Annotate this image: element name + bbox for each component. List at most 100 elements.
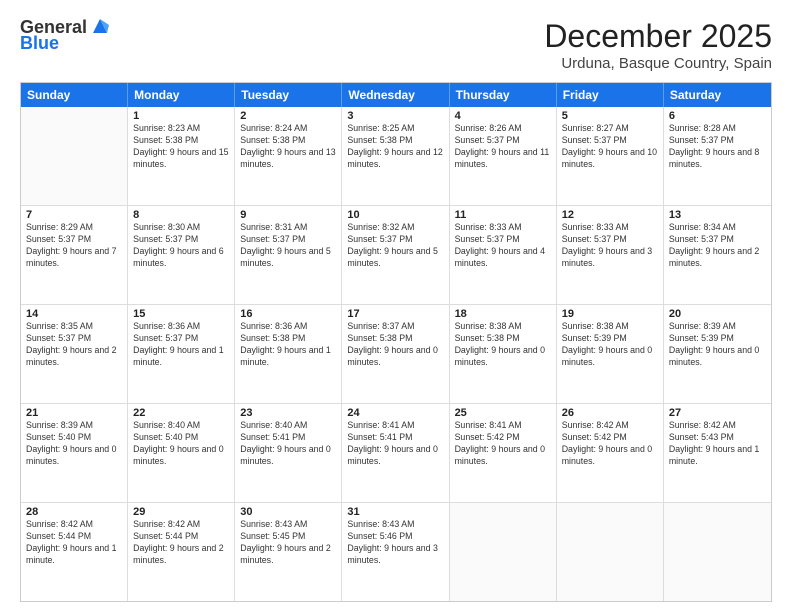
day-number: 27 (669, 407, 766, 419)
calendar-title: December 2025 (544, 18, 772, 55)
calendar-cell: 12Sunrise: 8:33 AM Sunset: 5:37 PM Dayli… (557, 206, 664, 304)
cell-info: Sunrise: 8:36 AM Sunset: 5:37 PM Dayligh… (133, 321, 229, 369)
day-number: 19 (562, 308, 658, 320)
calendar-cell: 13Sunrise: 8:34 AM Sunset: 5:37 PM Dayli… (664, 206, 771, 304)
day-number: 5 (562, 110, 658, 122)
day-number: 4 (455, 110, 551, 122)
calendar-cell: 2Sunrise: 8:24 AM Sunset: 5:38 PM Daylig… (235, 107, 342, 205)
cell-info: Sunrise: 8:29 AM Sunset: 5:37 PM Dayligh… (26, 222, 122, 270)
calendar-cell: 7Sunrise: 8:29 AM Sunset: 5:37 PM Daylig… (21, 206, 128, 304)
day-number: 30 (240, 506, 336, 518)
calendar-cell: 10Sunrise: 8:32 AM Sunset: 5:37 PM Dayli… (342, 206, 449, 304)
day-number: 25 (455, 407, 551, 419)
cell-info: Sunrise: 8:33 AM Sunset: 5:37 PM Dayligh… (562, 222, 658, 270)
cell-info: Sunrise: 8:43 AM Sunset: 5:46 PM Dayligh… (347, 519, 443, 567)
day-number: 24 (347, 407, 443, 419)
calendar-row-1: 1Sunrise: 8:23 AM Sunset: 5:38 PM Daylig… (21, 107, 771, 205)
day-number: 28 (26, 506, 122, 518)
calendar-cell: 26Sunrise: 8:42 AM Sunset: 5:42 PM Dayli… (557, 404, 664, 502)
day-number: 15 (133, 308, 229, 320)
cell-info: Sunrise: 8:36 AM Sunset: 5:38 PM Dayligh… (240, 321, 336, 369)
header-wednesday: Wednesday (342, 83, 449, 107)
calendar-cell (664, 503, 771, 601)
header-tuesday: Tuesday (235, 83, 342, 107)
header-sunday: Sunday (21, 83, 128, 107)
calendar-subtitle: Urduna, Basque Country, Spain (544, 55, 772, 72)
cell-info: Sunrise: 8:28 AM Sunset: 5:37 PM Dayligh… (669, 123, 766, 171)
day-number: 11 (455, 209, 551, 221)
cell-info: Sunrise: 8:37 AM Sunset: 5:38 PM Dayligh… (347, 321, 443, 369)
day-number: 17 (347, 308, 443, 320)
calendar-cell: 9Sunrise: 8:31 AM Sunset: 5:37 PM Daylig… (235, 206, 342, 304)
day-number: 26 (562, 407, 658, 419)
cell-info: Sunrise: 8:39 AM Sunset: 5:40 PM Dayligh… (26, 420, 122, 468)
day-number: 3 (347, 110, 443, 122)
cell-info: Sunrise: 8:34 AM Sunset: 5:37 PM Dayligh… (669, 222, 766, 270)
cell-info: Sunrise: 8:27 AM Sunset: 5:37 PM Dayligh… (562, 123, 658, 171)
day-number: 21 (26, 407, 122, 419)
calendar-row-3: 14Sunrise: 8:35 AM Sunset: 5:37 PM Dayli… (21, 304, 771, 403)
day-number: 20 (669, 308, 766, 320)
calendar-cell: 3Sunrise: 8:25 AM Sunset: 5:38 PM Daylig… (342, 107, 449, 205)
cell-info: Sunrise: 8:42 AM Sunset: 5:43 PM Dayligh… (669, 420, 766, 468)
cell-info: Sunrise: 8:38 AM Sunset: 5:38 PM Dayligh… (455, 321, 551, 369)
calendar-cell: 17Sunrise: 8:37 AM Sunset: 5:38 PM Dayli… (342, 305, 449, 403)
page: General Blue December 2025 Urduna, Basqu… (0, 0, 792, 612)
calendar-header: Sunday Monday Tuesday Wednesday Thursday… (21, 83, 771, 107)
day-number: 9 (240, 209, 336, 221)
header-friday: Friday (557, 83, 664, 107)
cell-info: Sunrise: 8:24 AM Sunset: 5:38 PM Dayligh… (240, 123, 336, 171)
cell-info: Sunrise: 8:41 AM Sunset: 5:41 PM Dayligh… (347, 420, 443, 468)
title-block: December 2025 Urduna, Basque Country, Sp… (544, 18, 772, 72)
calendar-cell: 27Sunrise: 8:42 AM Sunset: 5:43 PM Dayli… (664, 404, 771, 502)
calendar-cell: 16Sunrise: 8:36 AM Sunset: 5:38 PM Dayli… (235, 305, 342, 403)
day-number: 31 (347, 506, 443, 518)
cell-info: Sunrise: 8:43 AM Sunset: 5:45 PM Dayligh… (240, 519, 336, 567)
calendar-cell: 31Sunrise: 8:43 AM Sunset: 5:46 PM Dayli… (342, 503, 449, 601)
day-number: 16 (240, 308, 336, 320)
day-number: 22 (133, 407, 229, 419)
header-saturday: Saturday (664, 83, 771, 107)
cell-info: Sunrise: 8:33 AM Sunset: 5:37 PM Dayligh… (455, 222, 551, 270)
calendar-cell: 19Sunrise: 8:38 AM Sunset: 5:39 PM Dayli… (557, 305, 664, 403)
calendar-cell: 8Sunrise: 8:30 AM Sunset: 5:37 PM Daylig… (128, 206, 235, 304)
logo: General Blue (20, 18, 111, 54)
calendar-cell (21, 107, 128, 205)
calendar-cell: 4Sunrise: 8:26 AM Sunset: 5:37 PM Daylig… (450, 107, 557, 205)
cell-info: Sunrise: 8:40 AM Sunset: 5:40 PM Dayligh… (133, 420, 229, 468)
calendar-cell: 21Sunrise: 8:39 AM Sunset: 5:40 PM Dayli… (21, 404, 128, 502)
cell-info: Sunrise: 8:23 AM Sunset: 5:38 PM Dayligh… (133, 123, 229, 171)
cell-info: Sunrise: 8:35 AM Sunset: 5:37 PM Dayligh… (26, 321, 122, 369)
calendar-cell: 11Sunrise: 8:33 AM Sunset: 5:37 PM Dayli… (450, 206, 557, 304)
day-number: 12 (562, 209, 658, 221)
cell-info: Sunrise: 8:30 AM Sunset: 5:37 PM Dayligh… (133, 222, 229, 270)
day-number: 6 (669, 110, 766, 122)
calendar-cell: 5Sunrise: 8:27 AM Sunset: 5:37 PM Daylig… (557, 107, 664, 205)
calendar-cell: 1Sunrise: 8:23 AM Sunset: 5:38 PM Daylig… (128, 107, 235, 205)
cell-info: Sunrise: 8:42 AM Sunset: 5:44 PM Dayligh… (133, 519, 229, 567)
calendar-cell: 30Sunrise: 8:43 AM Sunset: 5:45 PM Dayli… (235, 503, 342, 601)
calendar-cell (450, 503, 557, 601)
calendar-row-5: 28 Sunrise: 8:42 AM Sunset: 5:44 PM Dayli… (21, 502, 771, 601)
day-number: 13 (669, 209, 766, 221)
header-thursday: Thursday (450, 83, 557, 107)
day-number: 2 (240, 110, 336, 122)
day-number: 18 (455, 308, 551, 320)
calendar-cell: 14Sunrise: 8:35 AM Sunset: 5:37 PM Dayli… (21, 305, 128, 403)
calendar: Sunday Monday Tuesday Wednesday Thursday… (20, 82, 772, 602)
calendar-cell: 25Sunrise: 8:41 AM Sunset: 5:42 PM Dayli… (450, 404, 557, 502)
calendar-cell: 29Sunrise: 8:42 AM Sunset: 5:44 PM Dayli… (128, 503, 235, 601)
header-monday: Monday (128, 83, 235, 107)
calendar-cell: 18Sunrise: 8:38 AM Sunset: 5:38 PM Dayli… (450, 305, 557, 403)
cell-info: Sunrise: 8:38 AM Sunset: 5:39 PM Dayligh… (562, 321, 658, 369)
calendar-body: 1Sunrise: 8:23 AM Sunset: 5:38 PM Daylig… (21, 107, 771, 601)
cell-info: Sunrise: 8:41 AM Sunset: 5:42 PM Dayligh… (455, 420, 551, 468)
cell-info: Sunrise: 8:39 AM Sunset: 5:39 PM Dayligh… (669, 321, 766, 369)
cell-info: Sunrise: 8:31 AM Sunset: 5:37 PM Dayligh… (240, 222, 336, 270)
logo-text: General Blue (20, 18, 111, 54)
calendar-cell: 23Sunrise: 8:40 AM Sunset: 5:41 PM Dayli… (235, 404, 342, 502)
cell-info: Sunrise: 8:40 AM Sunset: 5:41 PM Dayligh… (240, 420, 336, 468)
calendar-cell: 20Sunrise: 8:39 AM Sunset: 5:39 PM Dayli… (664, 305, 771, 403)
day-number: 8 (133, 209, 229, 221)
calendar-row-4: 21Sunrise: 8:39 AM Sunset: 5:40 PM Dayli… (21, 403, 771, 502)
